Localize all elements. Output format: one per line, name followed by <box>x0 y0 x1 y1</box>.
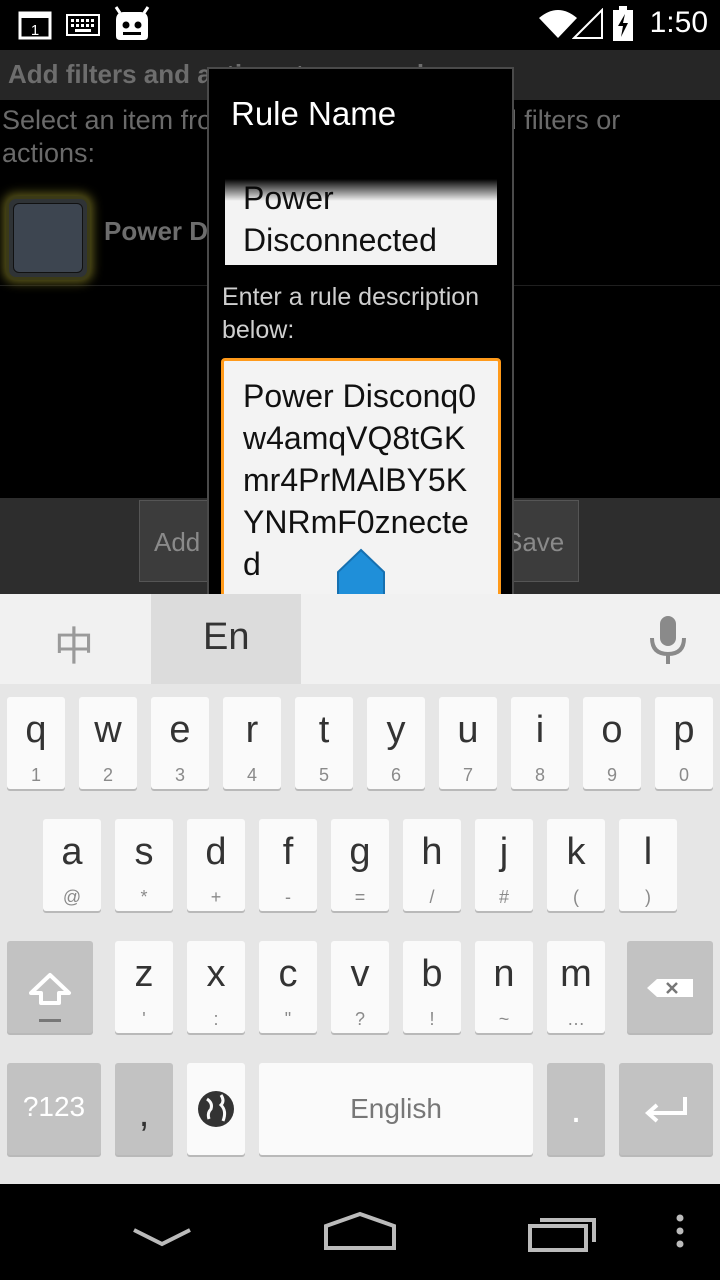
dialog-title: Rule Name <box>231 95 397 132</box>
key-k[interactable]: k( <box>547 819 605 911</box>
key-w[interactable]: w2 <box>79 697 137 789</box>
backspace-key[interactable] <box>627 941 713 1033</box>
space-bar[interactable]: English <box>259 1063 533 1155</box>
tab-chinese[interactable]: 中 <box>0 594 150 684</box>
key-d[interactable]: d + <box>187 819 245 911</box>
key-s[interactable]: s * <box>115 819 173 911</box>
description-label: Enter a rule description below: <box>222 283 480 344</box>
key-x[interactable]: x: <box>187 941 245 1033</box>
battery-charging-icon <box>612 6 634 46</box>
tab-english-label: En <box>203 616 250 658</box>
rule-name-field[interactable]: Power Disconnected <box>225 179 497 265</box>
keyboard: q1 w2 e3 r4 t5 y6 u7 i8 o9 p0 a @ s * d + f… <box>0 684 720 1184</box>
symbols-key-label: ?123 <box>22 1091 86 1122</box>
key-t[interactable]: t5 <box>295 697 353 789</box>
menu-icon[interactable] <box>668 1212 692 1252</box>
key-r[interactable]: r4 <box>223 697 281 789</box>
shift-icon <box>29 973 71 1022</box>
key-c[interactable]: c " <box>259 941 317 1033</box>
key-n[interactable]: n ~ <box>475 941 533 1033</box>
clock: 1:50 <box>649 6 708 39</box>
back-icon[interactable] <box>120 1204 204 1260</box>
key-a[interactable]: a @ <box>43 819 101 911</box>
rule-item-icon <box>6 196 90 280</box>
key-b[interactable]: b! <box>403 941 461 1033</box>
key-e[interactable]: e3 <box>151 697 209 789</box>
globe-icon <box>198 1091 234 1127</box>
navigation-bar <box>0 1184 720 1280</box>
backspace-icon <box>647 979 693 997</box>
tab-english[interactable]: En <box>151 594 301 684</box>
period-key[interactable]: . <box>547 1063 605 1155</box>
key-q[interactable]: q1 <box>7 697 65 789</box>
key-z[interactable]: z ' <box>115 941 173 1033</box>
microphone-icon[interactable] <box>646 612 690 672</box>
key-h[interactable]: h / <box>403 819 461 911</box>
tab-chinese-label: 中 <box>54 624 94 670</box>
notification-1-icon: 1 <box>18 10 54 44</box>
space-bar-label: English <box>350 1093 442 1124</box>
keyboard-language-bar: 中 En <box>0 594 720 684</box>
key-u[interactable]: u7 <box>439 697 497 789</box>
signal-icon <box>571 7 606 44</box>
comma-key-label: , <box>138 1093 150 1135</box>
recents-icon[interactable] <box>520 1204 604 1260</box>
period-key-label: . <box>570 1089 582 1131</box>
symbols-key[interactable]: ?123 <box>7 1063 101 1155</box>
status-bar: 1 1:50 <box>0 0 720 50</box>
enter-icon <box>644 1097 687 1123</box>
language-key[interactable] <box>187 1063 245 1155</box>
rule-name-dialog: Rule Name Power Disconnected Enter a rul… <box>207 67 514 594</box>
comma-key[interactable]: , <box>115 1063 173 1155</box>
key-o[interactable]: o9 <box>583 697 641 789</box>
key-m[interactable]: m… <box>547 941 605 1033</box>
svg-text:1: 1 <box>31 22 39 39</box>
home-icon[interactable] <box>318 1204 402 1260</box>
key-f[interactable]: f- <box>259 819 317 911</box>
enter-key[interactable] <box>619 1063 713 1155</box>
key-v[interactable]: v? <box>331 941 389 1033</box>
scroll-fade <box>225 179 497 201</box>
add-button-label: Add <box>154 527 201 557</box>
key-i[interactable]: i8 <box>511 697 569 789</box>
keyboard-icon <box>66 14 100 40</box>
cyanogenmod-icon <box>112 6 152 46</box>
key-l[interactable]: l) <box>619 819 677 911</box>
key-p[interactable]: p0 <box>655 697 713 789</box>
shift-key[interactable] <box>7 941 93 1033</box>
key-j[interactable]: j # <box>475 819 533 911</box>
key-y[interactable]: y6 <box>367 697 425 789</box>
key-g[interactable]: g = <box>331 819 389 911</box>
